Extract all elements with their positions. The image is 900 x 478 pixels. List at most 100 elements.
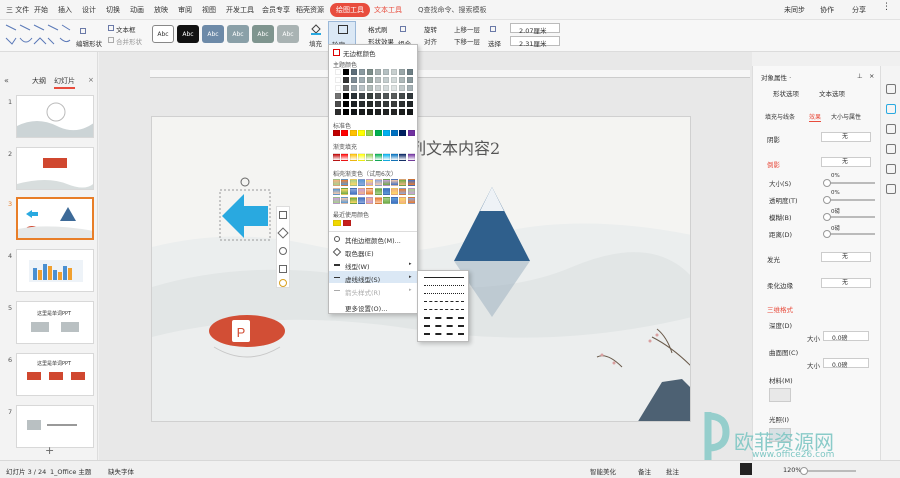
color-swatch[interactable] — [357, 153, 365, 161]
outline-square-icon[interactable] — [279, 265, 287, 273]
color-swatch[interactable] — [366, 130, 374, 136]
arrow-style-option[interactable]: 箭头样式(R) — [345, 287, 381, 297]
style-swatch-5[interactable]: Abc — [252, 25, 274, 43]
color-swatch[interactable] — [343, 85, 349, 91]
color-swatch[interactable] — [407, 130, 415, 136]
dash-square-dot[interactable] — [424, 293, 464, 294]
color-swatch[interactable] — [351, 85, 357, 91]
menu-transition[interactable]: 切换 — [106, 5, 120, 15]
dash-long-dash-dot[interactable] — [424, 325, 464, 327]
color-swatch[interactable] — [343, 77, 349, 83]
subtab-size-props[interactable]: 大小与属性 — [831, 112, 861, 121]
no-outline-option[interactable]: 无边框颜色 — [343, 48, 376, 58]
color-swatch[interactable] — [367, 93, 373, 99]
color-swatch[interactable] — [399, 101, 405, 107]
color-swatch[interactable] — [374, 188, 382, 195]
color-swatch[interactable] — [391, 109, 397, 115]
close-icon[interactable]: × — [869, 72, 874, 80]
color-swatch[interactable] — [366, 179, 374, 186]
color-swatch[interactable] — [391, 130, 399, 136]
color-swatch[interactable] — [335, 69, 341, 75]
color-swatch[interactable] — [407, 85, 413, 91]
color-swatch[interactable] — [333, 188, 340, 195]
blur-slider[interactable] — [823, 213, 875, 221]
color-swatch[interactable] — [343, 69, 349, 75]
color-swatch[interactable] — [383, 85, 389, 91]
tab-drawing-tools[interactable]: 绘图工具 — [330, 3, 370, 17]
color-swatch[interactable] — [391, 179, 399, 186]
color-swatch[interactable] — [366, 153, 374, 161]
menu-home[interactable]: 开始 — [34, 5, 48, 15]
color-swatch[interactable] — [391, 101, 397, 107]
subtab-effect[interactable]: 效果 — [809, 112, 822, 122]
tab-shape-options[interactable]: 形状选项 — [773, 88, 799, 98]
color-swatch[interactable] — [407, 153, 415, 161]
color-swatch[interactable] — [335, 101, 341, 107]
menu-member[interactable]: 会员专享 — [262, 5, 290, 15]
theme-color-grid[interactable] — [335, 69, 415, 119]
color-swatch[interactable] — [391, 69, 397, 75]
dash-long-dash[interactable] — [424, 317, 464, 319]
color-swatch[interactable] — [367, 85, 373, 91]
play-button[interactable] — [740, 463, 752, 475]
color-swatch[interactable] — [383, 109, 389, 115]
lightbulb-icon[interactable] — [279, 279, 287, 287]
color-swatch[interactable] — [383, 101, 389, 107]
glow-select[interactable]: 无 — [821, 252, 871, 262]
menu-slideshow[interactable]: 放映 — [154, 5, 168, 15]
add-slide-button[interactable]: + — [45, 444, 54, 457]
color-swatch[interactable] — [407, 179, 415, 186]
eyedropper-option[interactable]: 取色器(E) — [345, 248, 374, 258]
color-swatch[interactable] — [382, 153, 390, 161]
color-swatch[interactable] — [359, 101, 365, 107]
color-swatch[interactable] — [383, 69, 389, 75]
layers-icon[interactable] — [279, 211, 287, 219]
color-swatch[interactable] — [407, 69, 413, 75]
color-swatch[interactable] — [382, 188, 390, 195]
color-swatch[interactable] — [341, 188, 349, 195]
shadow-select[interactable]: 无 — [821, 132, 871, 142]
color-swatch[interactable] — [343, 109, 349, 115]
slide-thumbnail-2[interactable] — [16, 147, 94, 190]
reflection-label[interactable]: 倒影 — [767, 159, 780, 169]
color-swatch[interactable] — [335, 93, 341, 99]
color-swatch[interactable] — [357, 188, 365, 195]
sidebar-icon[interactable] — [886, 184, 896, 194]
close-panel-icon[interactable]: × — [88, 76, 94, 84]
menu-animation[interactable]: 动画 — [130, 5, 144, 15]
more-icon[interactable]: ⋮ — [882, 2, 891, 12]
dash-dash[interactable] — [424, 301, 464, 302]
color-swatch[interactable] — [407, 77, 413, 83]
color-swatch[interactable] — [407, 93, 413, 99]
color-swatch[interactable] — [351, 109, 357, 115]
tab-text-options[interactable]: 文本选项 — [819, 88, 845, 98]
pin-icon[interactable]: ⊥ — [857, 72, 863, 80]
color-swatch[interactable] — [382, 197, 390, 204]
soft-edges-label[interactable]: 柔化边缘 — [767, 280, 793, 290]
color-swatch[interactable] — [343, 101, 349, 107]
more-outline-colors[interactable]: 其他边框颜色(M)... — [345, 235, 401, 245]
collapse-icon[interactable]: « — [4, 76, 9, 85]
color-swatch[interactable] — [367, 77, 373, 83]
color-swatch[interactable] — [366, 197, 374, 204]
style-swatch-3[interactable]: Abc — [202, 25, 224, 43]
size-slider[interactable] — [823, 179, 875, 187]
color-swatch[interactable] — [367, 69, 373, 75]
color-swatch[interactable] — [341, 179, 349, 186]
color-swatch[interactable] — [349, 153, 357, 161]
color-swatch[interactable] — [343, 93, 349, 99]
slide-title-text[interactable]: 列文本内容2 — [410, 135, 500, 159]
dash-round-dot[interactable] — [424, 285, 464, 286]
color-swatch[interactable] — [357, 179, 365, 186]
properties-icon[interactable] — [886, 104, 896, 114]
color-swatch[interactable] — [374, 130, 382, 136]
color-swatch[interactable] — [375, 109, 381, 115]
fill-button[interactable]: 填充 — [309, 38, 322, 48]
soft-edges-select[interactable]: 无 — [821, 278, 871, 288]
slide-thumbnail-4[interactable] — [16, 249, 94, 292]
color-swatch[interactable] — [359, 77, 365, 83]
line-weight-option[interactable]: 线型(W) — [345, 261, 370, 271]
zoom-slider[interactable] — [800, 467, 856, 475]
tab-slides[interactable]: 幻灯片 — [54, 76, 75, 89]
slide-thumbnail-1[interactable] — [16, 95, 94, 138]
